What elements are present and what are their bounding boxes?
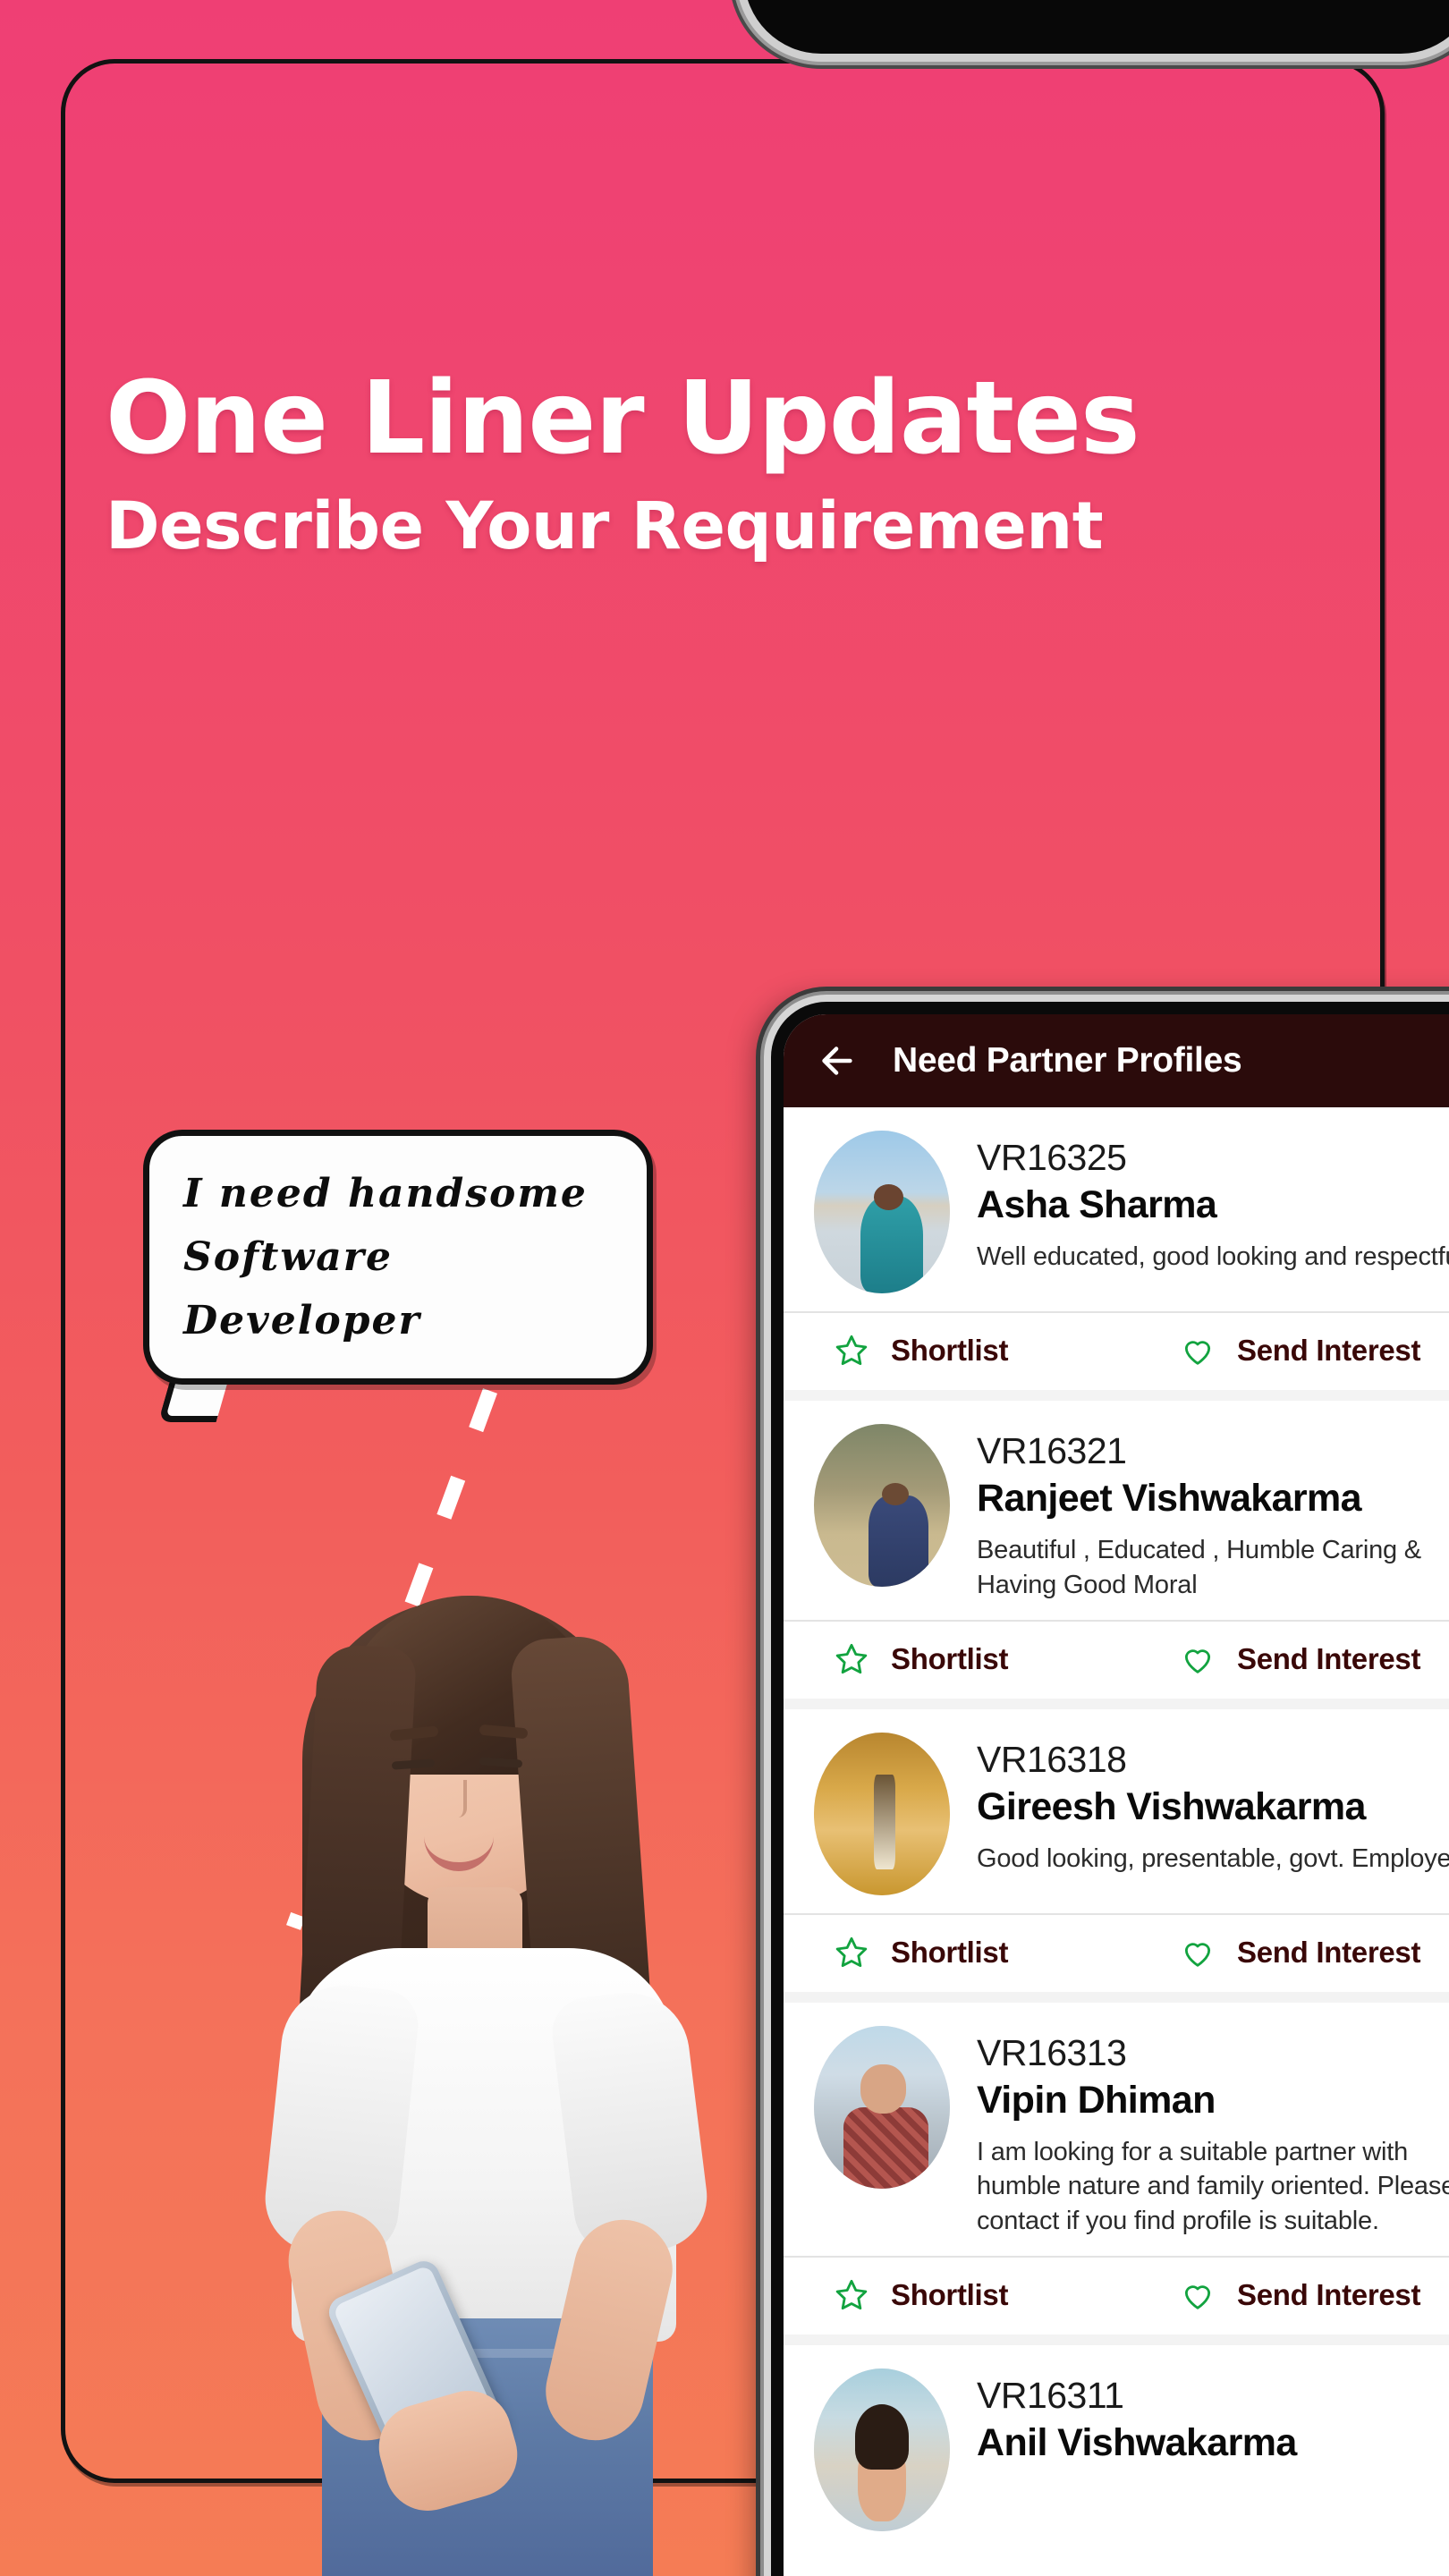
avatar: [814, 1131, 950, 1293]
profile-id: VR16311: [977, 2374, 1124, 2416]
profile-name: Anil Vishwakarma: [977, 2421, 1297, 2465]
profile-name: Gireesh Vishwakarma: [977, 1785, 1366, 1829]
speech-bubble: I need handsome Software Developer: [143, 1130, 653, 1385]
app-bar-title: Need Partner Profiles: [893, 1041, 1242, 1080]
profile-actions: Shortlist Send Interest: [784, 1912, 1449, 1992]
star-icon: [835, 1936, 868, 1967]
woman-with-phone-photo: [206, 1503, 778, 2576]
profile-description: Well educated, good looking and respectf…: [977, 1242, 1449, 1272]
send-interest-label: Send Interest: [1237, 1334, 1421, 1367]
shortlist-button[interactable]: Shortlist: [784, 1935, 1164, 1970]
profile-actions: Shortlist Send Interest: [784, 1619, 1449, 1699]
speech-bubble-line-1: I need handsome: [183, 1170, 588, 1216]
headline-line-2: Describe Your Requirement: [106, 488, 1104, 564]
profile-actions: Shortlist Send Interest: [784, 1311, 1449, 1390]
shortlist-button[interactable]: Shortlist: [784, 1641, 1164, 1677]
send-interest-button[interactable]: Send Interest: [1164, 1333, 1449, 1368]
back-arrow-icon[interactable]: [816, 1040, 857, 1081]
profile-name: Vipin Dhiman: [977, 2079, 1216, 2123]
send-interest-label: Send Interest: [1237, 1935, 1421, 1969]
heart-icon: [1184, 1341, 1211, 1365]
profile-name: Asha Sharma: [977, 1183, 1217, 1227]
app-phone-mockup: Need Partner Profiles VR16325 Asha Sharm…: [771, 1002, 1449, 2576]
profile-row[interactable]: VR16321 Ranjeet Vishwakarma Beautiful , …: [784, 1401, 1449, 1620]
star-icon: [835, 2279, 868, 2309]
profile-name: Ranjeet Vishwakarma: [977, 1477, 1362, 1521]
heart-icon: [1184, 1943, 1211, 1967]
app-bar: Need Partner Profiles: [784, 1014, 1449, 1107]
profile-info: VR16311 Anil Vishwakarma: [977, 2368, 1449, 2469]
star-icon: [835, 1335, 868, 1366]
profile-card[interactable]: VR16325 Asha Sharma Well educated, good …: [784, 1107, 1449, 1390]
profile-card[interactable]: VR16321 Ranjeet Vishwakarma Beautiful , …: [784, 1401, 1449, 1699]
app-screen: Need Partner Profiles VR16325 Asha Sharm…: [784, 1014, 1449, 2576]
shortlist-label: Shortlist: [891, 1334, 1009, 1367]
heart-icon: [1184, 1649, 1211, 1674]
heart-icon: [1184, 2285, 1211, 2309]
profile-id: VR16318: [977, 1738, 1127, 1780]
background-phone-bezel: [744, 0, 1449, 54]
profile-row[interactable]: VR16313 Vipin Dhiman I am looking for a …: [784, 2003, 1449, 2256]
shortlist-label: Shortlist: [891, 1641, 1009, 1675]
send-interest-label: Send Interest: [1237, 1641, 1421, 1675]
profile-actions: Shortlist Send Interest: [784, 2255, 1449, 2334]
profile-row[interactable]: VR16318 Gireesh Vishwakarma Good looking…: [784, 1709, 1449, 1913]
avatar: [814, 1732, 950, 1895]
profile-info: VR16321 Ranjeet Vishwakarma Beautiful , …: [977, 1424, 1449, 1602]
star-icon: [835, 1643, 868, 1674]
profile-info: VR16313 Vipin Dhiman I am looking for a …: [977, 2026, 1449, 2238]
shortlist-button[interactable]: Shortlist: [784, 2277, 1164, 2313]
shortlist-button[interactable]: Shortlist: [784, 1333, 1164, 1368]
promo-canvas: One Liner Updates Describe Your Requirem…: [0, 0, 1449, 2576]
profile-description: Good looking, presentable, govt. Employe…: [977, 1844, 1449, 1874]
profile-id: VR16325: [977, 1137, 1127, 1178]
profile-card[interactable]: VR16313 Vipin Dhiman I am looking for a …: [784, 2002, 1449, 2334]
send-interest-button[interactable]: Send Interest: [1164, 1935, 1449, 1970]
shortlist-label: Shortlist: [891, 1935, 1009, 1969]
speech-bubble-line-2: Software Developer: [183, 1233, 421, 1344]
promo-headline: One Liner Updates Describe Your Requirem…: [106, 369, 1140, 563]
profile-info: VR16325 Asha Sharma Well educated, good …: [977, 1131, 1449, 1275]
profile-row[interactable]: VR16325 Asha Sharma Well educated, good …: [784, 1107, 1449, 1311]
send-interest-label: Send Interest: [1237, 2277, 1421, 2311]
nose: [449, 1780, 467, 1818]
avatar: [814, 1424, 950, 1587]
profile-id: VR16321: [977, 1430, 1127, 1471]
avatar: [814, 2025, 950, 2189]
profile-id: VR16313: [977, 2031, 1127, 2073]
avatar: [814, 2368, 950, 2531]
shortlist-label: Shortlist: [891, 2277, 1009, 2311]
profile-row[interactable]: VR16311 Anil Vishwakarma: [784, 2345, 1449, 2549]
profile-info: VR16318 Gireesh Vishwakarma Good looking…: [977, 1733, 1449, 1877]
send-interest-button[interactable]: Send Interest: [1164, 1641, 1449, 1677]
profile-card[interactable]: VR16311 Anil Vishwakarma: [784, 2344, 1449, 2549]
profile-list[interactable]: VR16325 Asha Sharma Well educated, good …: [784, 1107, 1449, 2549]
headline-line-1: One Liner Updates: [106, 360, 1140, 477]
profile-description: I am looking for a suitable partner with…: [977, 2138, 1449, 2235]
profile-card[interactable]: VR16318 Gireesh Vishwakarma Good looking…: [784, 1708, 1449, 1992]
profile-description: Beautiful , Educated , Humble Caring & H…: [977, 1536, 1421, 1599]
send-interest-button[interactable]: Send Interest: [1164, 2277, 1449, 2313]
